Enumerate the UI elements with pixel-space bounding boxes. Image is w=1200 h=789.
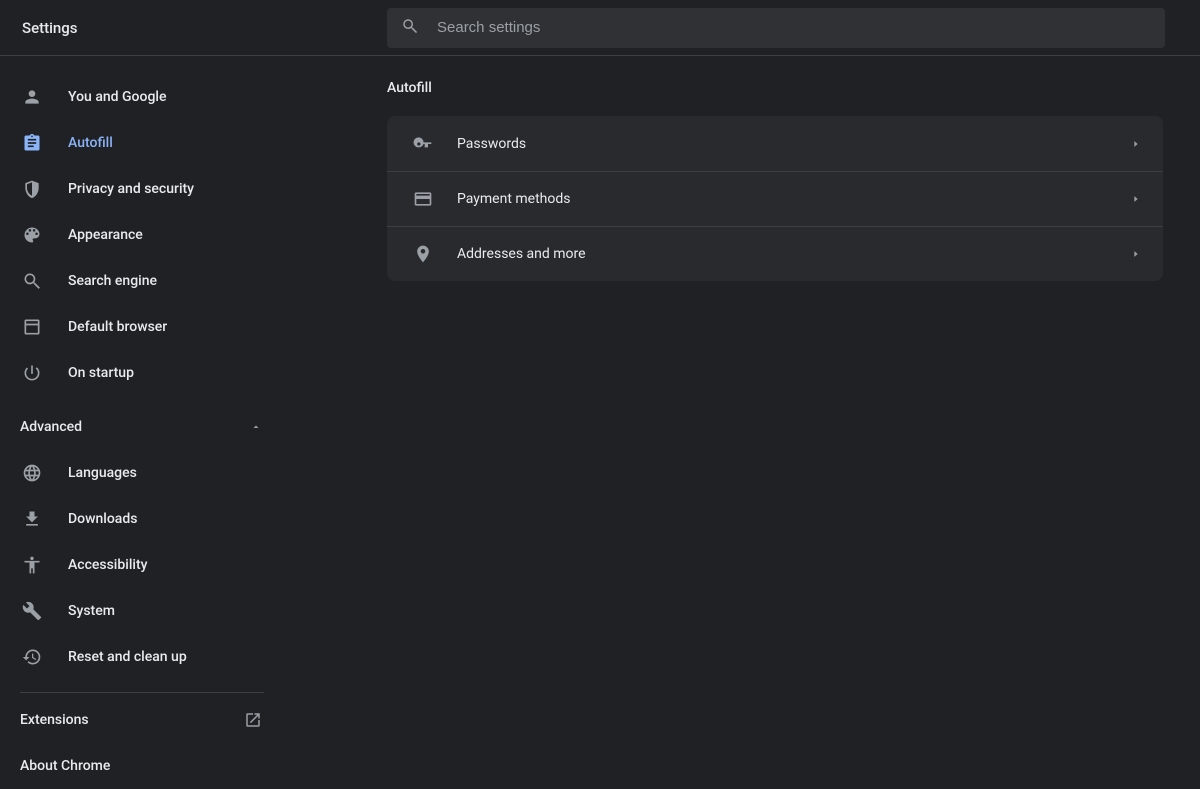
autofill-card: Passwords Payment methods Addresses an xyxy=(387,116,1163,281)
clipboard-icon xyxy=(22,133,42,153)
sidebar-item-label: System xyxy=(68,603,115,619)
sidebar-item-system[interactable]: System xyxy=(0,588,284,634)
row-addresses[interactable]: Addresses and more xyxy=(387,226,1163,281)
power-icon xyxy=(22,363,42,383)
sidebar-item-accessibility[interactable]: Accessibility xyxy=(0,542,284,588)
shield-icon xyxy=(22,179,42,199)
sidebar-item-label: You and Google xyxy=(68,89,166,105)
sidebar-item-appearance[interactable]: Appearance xyxy=(0,212,284,258)
sidebar-item-default-browser[interactable]: Default browser xyxy=(0,304,284,350)
sidebar-item-label: Autofill xyxy=(68,135,113,151)
sidebar-item-downloads[interactable]: Downloads xyxy=(0,496,284,542)
palette-icon xyxy=(22,225,42,245)
sidebar-item-on-startup[interactable]: On startup xyxy=(0,350,284,396)
key-icon xyxy=(413,134,433,154)
sidebar-advanced-toggle[interactable]: Advanced xyxy=(0,404,284,450)
restore-icon xyxy=(22,647,42,667)
download-icon xyxy=(22,509,42,529)
search-box[interactable] xyxy=(387,8,1165,48)
globe-icon xyxy=(22,463,42,483)
row-passwords[interactable]: Passwords xyxy=(387,116,1163,171)
sidebar: You and Google Autofill Privacy and secu… xyxy=(0,56,284,789)
chevron-up-icon xyxy=(250,421,262,433)
row-label: Passwords xyxy=(457,136,1131,152)
sidebar-item-autofill[interactable]: Autofill xyxy=(0,120,284,166)
sidebar-item-label: Languages xyxy=(68,465,137,481)
sidebar-item-about[interactable]: About Chrome xyxy=(0,743,284,789)
sidebar-advanced-label: Advanced xyxy=(20,419,250,435)
sidebar-item-label: Extensions xyxy=(20,712,244,728)
sidebar-item-label: Default browser xyxy=(68,319,167,335)
row-label: Addresses and more xyxy=(457,246,1131,262)
sidebar-item-extensions[interactable]: Extensions xyxy=(0,697,284,743)
search-icon xyxy=(22,271,42,291)
accessibility-icon xyxy=(22,555,42,575)
wrench-icon xyxy=(22,601,42,621)
sidebar-item-privacy[interactable]: Privacy and security xyxy=(0,166,284,212)
sidebar-item-you-and-google[interactable]: You and Google xyxy=(0,74,284,120)
row-label: Payment methods xyxy=(457,191,1131,207)
chevron-right-icon xyxy=(1131,139,1141,149)
sidebar-item-label: Appearance xyxy=(68,227,143,243)
sidebar-item-search-engine[interactable]: Search engine xyxy=(0,258,284,304)
credit-card-icon xyxy=(413,189,433,209)
chevron-right-icon xyxy=(1131,194,1141,204)
sidebar-item-label: Search engine xyxy=(68,273,157,289)
sidebar-item-label: Accessibility xyxy=(68,557,147,573)
app-title: Settings xyxy=(22,19,284,37)
search-icon xyxy=(401,17,419,39)
row-payment-methods[interactable]: Payment methods xyxy=(387,171,1163,226)
person-icon xyxy=(22,87,42,107)
sidebar-item-label: About Chrome xyxy=(20,758,262,774)
sidebar-item-label: On startup xyxy=(68,365,134,381)
location-icon xyxy=(413,244,433,264)
open-in-new-icon xyxy=(244,711,262,729)
sidebar-item-label: Privacy and security xyxy=(68,181,194,197)
sidebar-item-label: Reset and clean up xyxy=(68,649,187,665)
sidebar-item-languages[interactable]: Languages xyxy=(0,450,284,496)
chevron-right-icon xyxy=(1131,249,1141,259)
sidebar-item-label: Downloads xyxy=(68,511,137,527)
main-content: Autofill Passwords Payment methods xyxy=(284,56,1200,789)
section-title: Autofill xyxy=(387,80,1176,96)
sidebar-item-reset[interactable]: Reset and clean up xyxy=(0,634,284,680)
browser-icon xyxy=(22,317,42,337)
search-input[interactable] xyxy=(437,19,1151,36)
topbar: Settings xyxy=(0,0,1200,56)
sidebar-divider xyxy=(20,692,264,693)
